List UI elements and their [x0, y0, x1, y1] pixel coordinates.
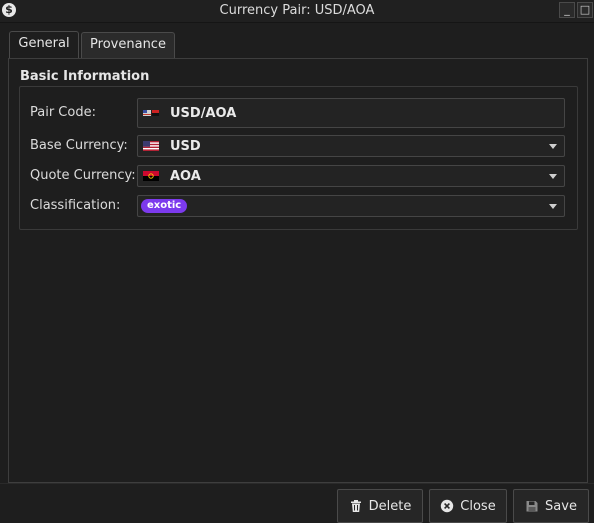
save-button-label: Save [545, 498, 577, 514]
tab-provenance[interactable]: Provenance [81, 32, 175, 58]
chevron-down-icon [549, 204, 557, 209]
close-icon [441, 499, 454, 513]
base-currency-select[interactable]: USD [137, 135, 565, 157]
save-icon [526, 501, 538, 512]
window-title: Currency Pair: USD/AOA [219, 3, 375, 18]
trash-icon [350, 500, 361, 512]
us-flag-icon [143, 141, 159, 151]
base-currency-label: Base Currency: [30, 138, 128, 153]
minimize-button[interactable]: _ [559, 2, 575, 18]
title-bar: $ Currency Pair: USD/AOA _ □ [0, 0, 594, 23]
maximize-button[interactable]: □ [577, 2, 593, 18]
chevron-down-icon [549, 174, 557, 179]
classification-select[interactable]: exotic [137, 195, 565, 217]
angola-flag-icon [143, 171, 159, 181]
quote-currency-label: Quote Currency: [30, 168, 136, 183]
quote-currency-value: AOA [170, 168, 201, 184]
pair-code-value: USD/AOA [170, 105, 237, 121]
basic-information-title: Basic Information [20, 69, 150, 84]
pair-code-field[interactable]: USD/AOA [137, 98, 565, 128]
close-button[interactable]: Close [429, 489, 507, 523]
base-currency-value: USD [170, 138, 201, 154]
delete-button-label: Delete [368, 498, 412, 514]
classification-label: Classification: [30, 198, 121, 213]
pair-code-label: Pair Code: [30, 105, 96, 120]
close-button-label: Close [460, 498, 496, 514]
quote-currency-select[interactable]: AOA [137, 165, 565, 187]
button-bar-divider [0, 483, 594, 484]
chevron-down-icon [549, 144, 557, 149]
tab-general[interactable]: General [9, 31, 79, 59]
delete-button[interactable]: Delete [337, 489, 423, 523]
save-button[interactable]: Save [513, 489, 589, 523]
classification-badge: exotic [141, 199, 188, 213]
pair-flag-icon [143, 110, 159, 116]
